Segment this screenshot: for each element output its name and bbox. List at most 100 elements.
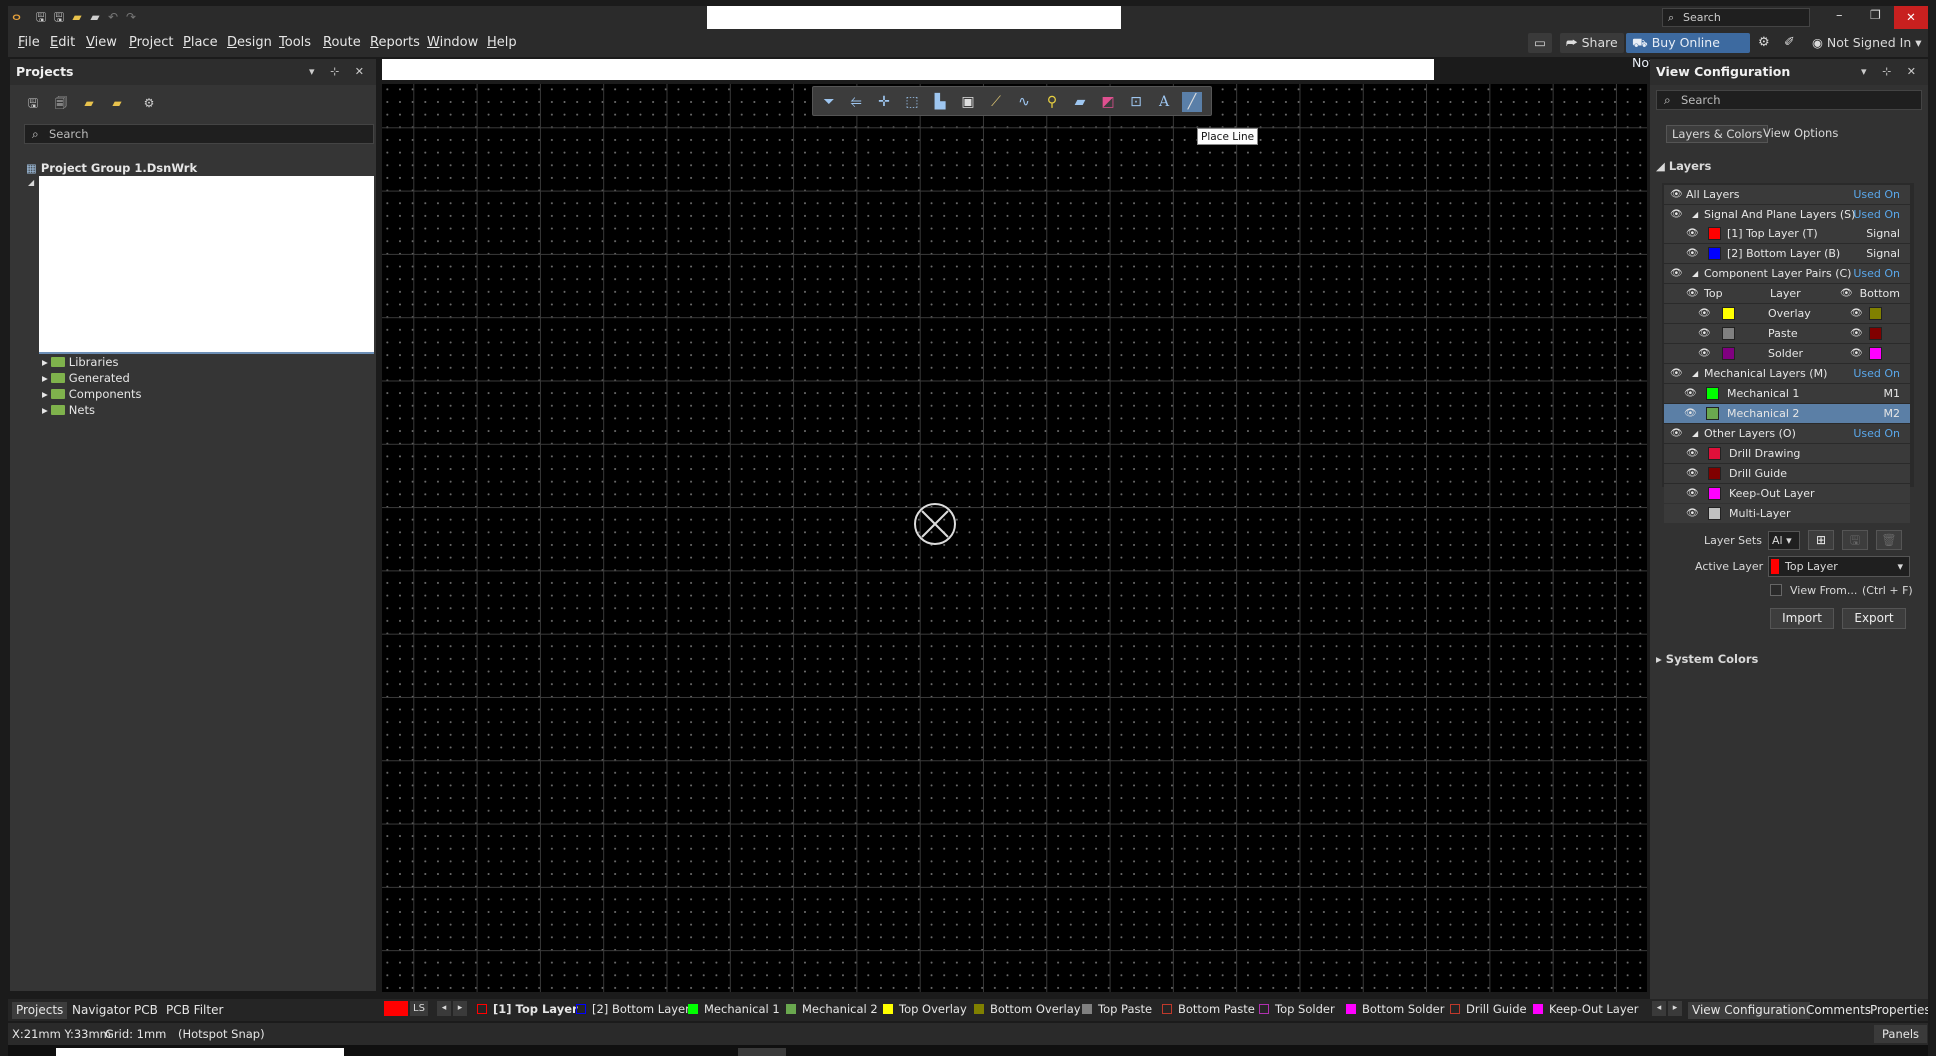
used-on-link[interactable]: Used On [1853,364,1900,383]
layer-tab-drill-guide[interactable]: Drill Guide [1450,1000,1527,1018]
tab-view-configuration[interactable]: View Configuration [1688,1002,1810,1019]
buy-online-button[interactable]: ⛟ Buy Online Now [1626,33,1750,70]
eye-icon[interactable]: 👁 [1670,364,1683,383]
menu-tools[interactable]: Tools [279,35,311,50]
redo-icon[interactable]: ↷ [122,9,140,25]
layer-tab-mechanical-1[interactable]: Mechanical 1 [688,1000,780,1018]
pcb-canvas[interactable] [382,84,1647,992]
layer-row-bottom[interactable]: 👁 [2] Bottom Layer (B) Signal [1664,244,1910,263]
layer-group-component[interactable]: 👁 ◢ Component Layer Pairs (C) Used On [1664,264,1910,283]
panels-button[interactable]: Panels [1874,1025,1928,1043]
pair-row-solder[interactable]: 👁 Solder 👁 [1664,344,1910,363]
eye-icon[interactable]: 👁 [1850,344,1863,363]
layer-color-swatch[interactable] [1708,467,1721,480]
collapse-icon[interactable]: ◢ [1692,424,1698,443]
folder-libraries[interactable]: ▸ Libraries [42,355,118,370]
active-layer-select[interactable]: Top Layer ▾ [1768,556,1910,577]
gear-icon[interactable]: ⚙ [1758,35,1770,50]
used-on-link[interactable]: Used On [1853,264,1900,283]
open-icon[interactable]: ▰ [68,9,86,25]
top-color-swatch[interactable] [1722,347,1735,360]
top-color-swatch[interactable] [1722,307,1735,320]
save-all-projects-icon[interactable]: 🗐 [52,95,70,111]
add-layer-set-button[interactable]: ⊞ [1808,530,1834,550]
settings-icon[interactable]: ⚙ [140,95,158,111]
notifications-icon[interactable]: ✐ [1784,35,1795,50]
tab-pcb[interactable]: PCB [130,1002,162,1019]
move-icon[interactable]: ✛ [874,92,894,112]
layer-row-keep-out[interactable]: 👁 Keep-Out Layer [1664,484,1910,503]
expand-arrow-icon[interactable]: ◢ [28,178,34,187]
layer-tabs-scroll-left-icon[interactable]: ◂ [1652,1001,1666,1016]
projects-search-input[interactable]: ⌕ Search [24,124,374,144]
layer-tab-top[interactable]: [1] Top Layer [477,1000,578,1018]
bottom-color-swatch[interactable] [1869,347,1882,360]
tab-properties[interactable]: Properties [1866,1002,1928,1019]
layer-tab-bottom-paste[interactable]: Bottom Paste [1162,1000,1255,1018]
layer-row-drill-guide[interactable]: 👁 Drill Guide [1664,464,1910,483]
eye-icon[interactable]: 👁 [1698,344,1711,363]
align-icon[interactable]: ▙ [930,92,950,112]
menu-place[interactable]: Place [183,35,218,50]
eye-icon[interactable]: 👁 [1850,304,1863,323]
text-icon[interactable]: A [1154,92,1174,112]
layer-group-other[interactable]: 👁 ◢ Other Layers (O) Used On [1664,424,1910,443]
eye-icon[interactable]: 👁 [1686,484,1699,503]
layers-section-header[interactable]: ◢ Layers [1656,159,1711,173]
layer-color-swatch[interactable] [1708,487,1721,500]
eye-icon[interactable]: 👁 [1840,284,1853,303]
layer-tab-top-solder[interactable]: Top Solder [1259,1000,1335,1018]
layer-tabs-scroll-right-icon[interactable]: ▸ [1668,1001,1682,1016]
filter-icon[interactable]: ⏷ [819,92,839,112]
undo-icon[interactable]: ↶ [104,9,122,25]
export-button[interactable]: Export [1842,608,1906,629]
tab-comments[interactable]: Comments [1802,1002,1875,1019]
eye-icon[interactable]: 👁 [1670,424,1683,443]
bottom-color-swatch[interactable] [1869,327,1882,340]
menu-help[interactable]: Help [487,35,517,50]
panel-controls[interactable]: ▾ ⊹ ✕ [1861,59,1922,85]
layer-row-drill-drawing[interactable]: 👁 Drill Drawing [1664,444,1910,463]
open-project-icon[interactable]: ▰ [86,9,104,25]
route-select-icon[interactable]: ⥢ [846,92,866,112]
used-on-link[interactable]: Used On [1853,205,1900,224]
view-config-search-input[interactable]: ⌕ Search [1656,90,1922,110]
menu-file[interactable]: File [18,35,40,50]
eye-icon[interactable]: 👁 [1698,324,1711,343]
tab-navigator[interactable]: Navigator [68,1002,135,1019]
import-button[interactable]: Import [1770,608,1834,629]
feedback-button[interactable]: ▭ [1528,33,1552,53]
layer-tab-top-overlay[interactable]: Top Overlay [883,1000,967,1018]
top-color-swatch[interactable] [1722,327,1735,340]
eye-icon[interactable]: 👁 [1686,504,1699,523]
project-group-row[interactable]: ▦ Project Group 1.DsnWrk [26,161,197,176]
menu-reports[interactable]: Reports [370,35,420,50]
collapse-icon[interactable]: ◢ [1692,264,1698,283]
share-button[interactable]: ⮫ Share [1560,33,1624,53]
layer-tab-bottom[interactable]: [2] Bottom Layer [576,1000,690,1018]
tab-layers-colors[interactable]: Layers & Colors [1666,125,1769,143]
polygon-icon[interactable]: ▰ [1070,92,1090,112]
project-folder-icon[interactable]: ▰ [80,95,98,111]
eye-icon[interactable]: 👁 [1686,224,1699,243]
eye-icon[interactable]: 👁 [1686,244,1699,263]
layer-tab-mechanical-2[interactable]: Mechanical 2 [786,1000,878,1018]
layer-tab-keep-out[interactable]: Keep-Out Layer [1533,1000,1638,1018]
menu-project[interactable]: Project [129,35,174,50]
layer-set-button[interactable]: LS [410,1001,428,1016]
used-on-link[interactable]: Used On [1853,185,1900,204]
used-on-link[interactable]: Used On [1853,424,1900,443]
layer-group-signal[interactable]: 👁 ◢ Signal And Plane Layers (S) Used On [1664,205,1910,224]
layer-color-swatch[interactable] [1708,247,1721,260]
keepout-icon[interactable]: ◩ [1098,92,1118,112]
delete-layer-set-button[interactable]: 🗑 [1876,530,1902,550]
collapse-icon[interactable]: ◢ [1692,364,1698,383]
restore-button[interactable]: ❐ [1870,8,1881,22]
layer-color-swatch[interactable] [1706,387,1719,400]
save-project-icon[interactable]: 🖫 [24,95,42,111]
layer-color-swatch[interactable] [1708,227,1721,240]
scroll-left-icon[interactable]: ◂ [437,1001,451,1016]
layer-tab-bottom-overlay[interactable]: Bottom Overlay [974,1000,1081,1018]
route-icon[interactable]: ⟋ [986,92,1006,112]
pair-row-overlay[interactable]: 👁 Overlay 👁 [1664,304,1910,323]
